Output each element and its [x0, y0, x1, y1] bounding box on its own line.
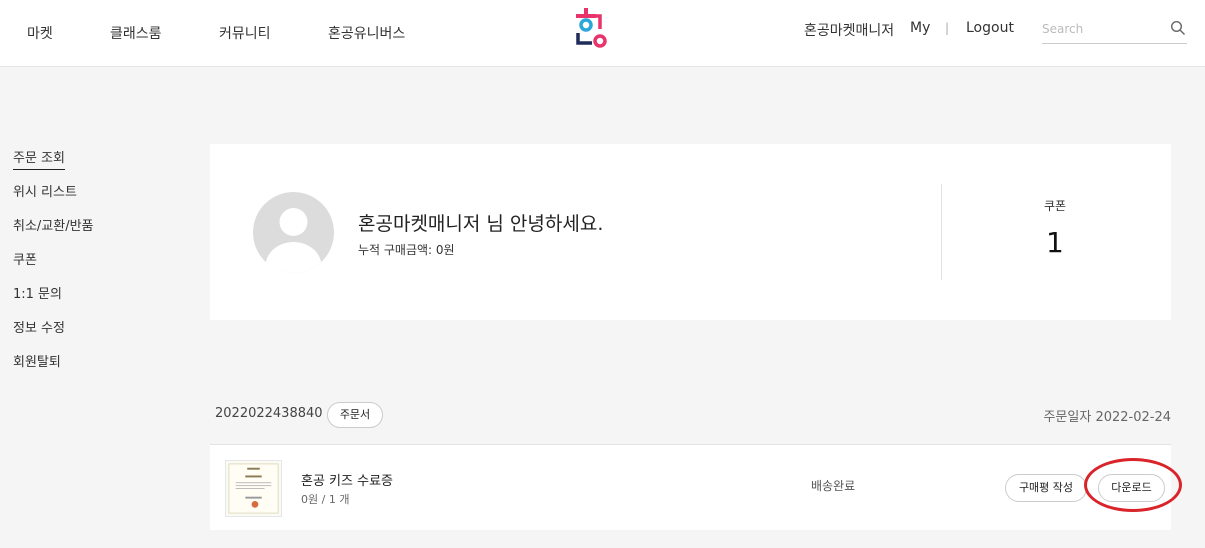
sidebar-item-withdraw[interactable]: 회원탈퇴	[13, 351, 61, 370]
product-price-qty: 0원 / 1 개	[301, 493, 350, 506]
sidebar-item-edit-info[interactable]: 정보 수정	[13, 317, 65, 336]
coupon-count[interactable]: 1	[1046, 226, 1064, 259]
search-icon[interactable]	[1170, 20, 1186, 36]
order-sheet-button[interactable]: 주문서	[327, 402, 383, 428]
nav-classroom[interactable]: 클래스룸	[110, 23, 162, 43]
certificate-thumbnail-icon	[228, 463, 279, 514]
product-thumbnail[interactable]	[225, 460, 282, 517]
site-logo[interactable]	[572, 6, 612, 52]
card-divider	[941, 184, 942, 280]
greeting-text: 혼공마켓매니저 님 안녕하세요.	[358, 213, 604, 235]
avatar	[253, 192, 334, 273]
write-review-button[interactable]: 구매평 작성	[1005, 474, 1087, 502]
sidebar-item-wishlist[interactable]: 위시 리스트	[13, 181, 77, 200]
user-silhouette-icon	[265, 208, 322, 273]
product-name[interactable]: 혼공 키즈 수료증	[301, 470, 393, 489]
highlight-circle-annotation	[1084, 458, 1182, 512]
search-box	[1042, 16, 1187, 44]
sidebar-item-coupons[interactable]: 쿠폰	[13, 249, 37, 268]
sidebar-item-inquiry[interactable]: 1:1 문의	[13, 283, 62, 302]
search-input[interactable]	[1042, 16, 1162, 42]
coupon-label: 쿠폰	[1044, 199, 1067, 213]
nav-market[interactable]: 마켓	[27, 23, 53, 43]
top-header: 마켓 클래스룸 커뮤니티 혼공유니버스 혼공마켓매니저 My | Logout	[0, 0, 1205, 67]
logout-link[interactable]: Logout	[966, 20, 1014, 36]
nav-community[interactable]: 커뮤니티	[219, 23, 271, 43]
header-separator: |	[945, 21, 950, 35]
total-purchase: 누적 구매금액: 0원	[358, 243, 455, 257]
my-link[interactable]: My	[910, 20, 930, 36]
profile-card: 혼공마켓매니저 님 안녕하세요. 누적 구매금액: 0원 쿠폰 1	[210, 144, 1171, 320]
sidebar-item-returns[interactable]: 취소/교환/반품	[13, 215, 94, 234]
user-name: 혼공마켓매니저	[804, 23, 895, 39]
order-number: 2022022438840	[215, 406, 323, 421]
order-date: 주문일자 2022-02-24	[1043, 410, 1171, 425]
nav-universe[interactable]: 혼공유니버스	[328, 23, 405, 43]
sidebar-item-orders[interactable]: 주문 조회	[13, 147, 65, 170]
delivery-status: 배송완료	[811, 479, 856, 493]
order-item-row: 혼공 키즈 수료증 0원 / 1 개 배송완료 구매평 작성 다운로드	[210, 444, 1171, 530]
